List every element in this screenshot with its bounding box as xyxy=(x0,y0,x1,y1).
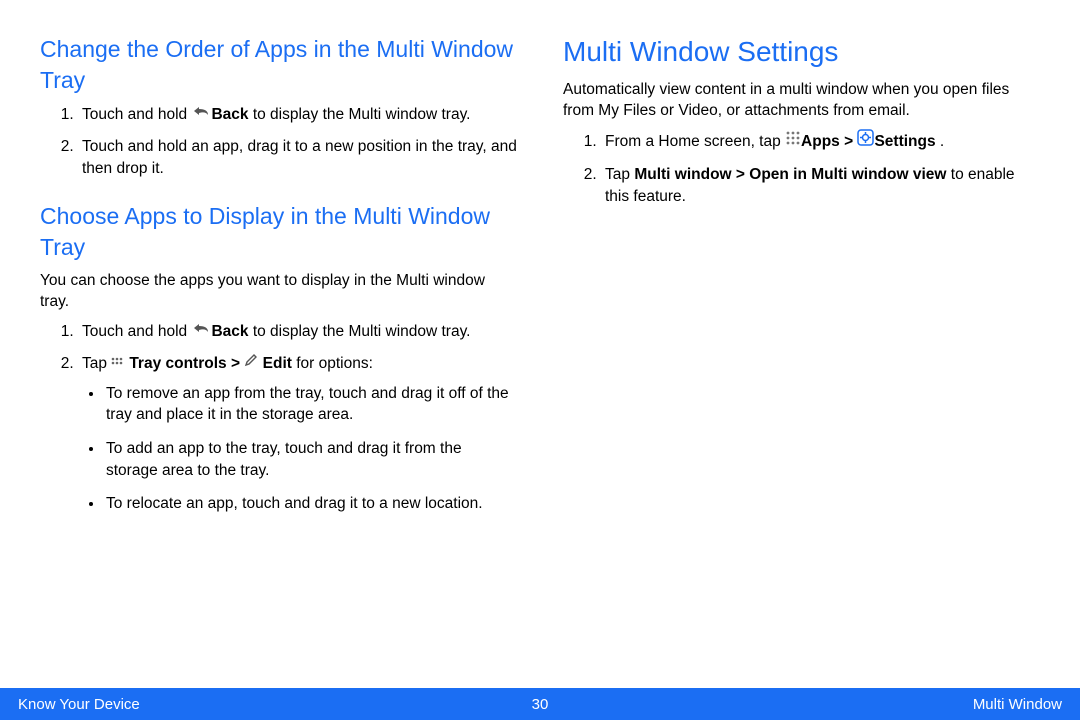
bullet-item: To add an app to the tray, touch and dra… xyxy=(104,438,517,481)
footer-bar: Know Your Device 30 Multi Window xyxy=(0,688,1080,720)
step-item: Tap Tray controls > Edit for options: To… xyxy=(78,353,517,515)
heading-multi-window-settings: Multi Window Settings xyxy=(563,34,1040,70)
intro-choose-apps: You can choose the apps you want to disp… xyxy=(40,271,517,313)
edit-options: To remove an app from the tray, touch an… xyxy=(82,383,517,515)
step-item: From a Home screen, tap Apps > Settings … xyxy=(601,130,1040,154)
apps-icon xyxy=(785,130,801,153)
steps-change-order: Touch and hold Back to display the Multi… xyxy=(40,104,517,179)
steps-settings: From a Home screen, tap Apps > Settings … xyxy=(563,130,1040,207)
footer-left: Know Your Device xyxy=(18,696,140,713)
text: Touch and hold xyxy=(82,323,191,340)
footer-right: Multi Window xyxy=(973,696,1062,713)
back-icon xyxy=(191,103,211,125)
step-item: Touch and hold Back to display the Multi… xyxy=(78,321,517,343)
heading-choose-apps: Choose Apps to Display in the Multi Wind… xyxy=(40,201,517,263)
tray-controls-icon xyxy=(111,352,129,374)
tray-controls-label: Tray controls > xyxy=(129,355,244,372)
text: Tap xyxy=(82,355,111,372)
settings-label: Settings xyxy=(874,133,935,150)
settings-icon xyxy=(857,129,874,153)
edit-icon xyxy=(244,352,258,374)
apps-label: Apps > xyxy=(801,133,857,150)
text: for options: xyxy=(292,355,373,372)
text: to display the Multi window tray. xyxy=(249,323,471,340)
bullet-item: To remove an app from the tray, touch an… xyxy=(104,383,517,426)
back-label: Back xyxy=(211,323,248,340)
text: Touch and hold xyxy=(82,106,191,123)
back-label: Back xyxy=(211,106,248,123)
page-number: 30 xyxy=(532,696,549,713)
intro-settings: Automatically view content in a multi wi… xyxy=(563,80,1040,122)
text: to display the Multi window tray. xyxy=(249,106,471,123)
text: Tap xyxy=(605,166,634,183)
text: From a Home screen, tap xyxy=(605,133,785,150)
right-column: Multi Window Settings Automatically view… xyxy=(563,34,1040,688)
step-item: Tap Multi window > Open in Multi window … xyxy=(601,164,1040,207)
steps-choose-apps: Touch and hold Back to display the Multi… xyxy=(40,321,517,515)
multi-window-path: Multi window > Open in Multi window view xyxy=(634,166,946,183)
back-icon xyxy=(191,320,211,342)
text: . xyxy=(936,133,945,150)
heading-change-order: Change the Order of Apps in the Multi Wi… xyxy=(40,34,517,96)
left-column: Change the Order of Apps in the Multi Wi… xyxy=(40,34,517,688)
step-item: Touch and hold an app, drag it to a new … xyxy=(78,136,517,179)
bullet-item: To relocate an app, touch and drag it to… xyxy=(104,493,517,515)
step-item: Touch and hold Back to display the Multi… xyxy=(78,104,517,126)
edit-label: Edit xyxy=(258,355,292,372)
